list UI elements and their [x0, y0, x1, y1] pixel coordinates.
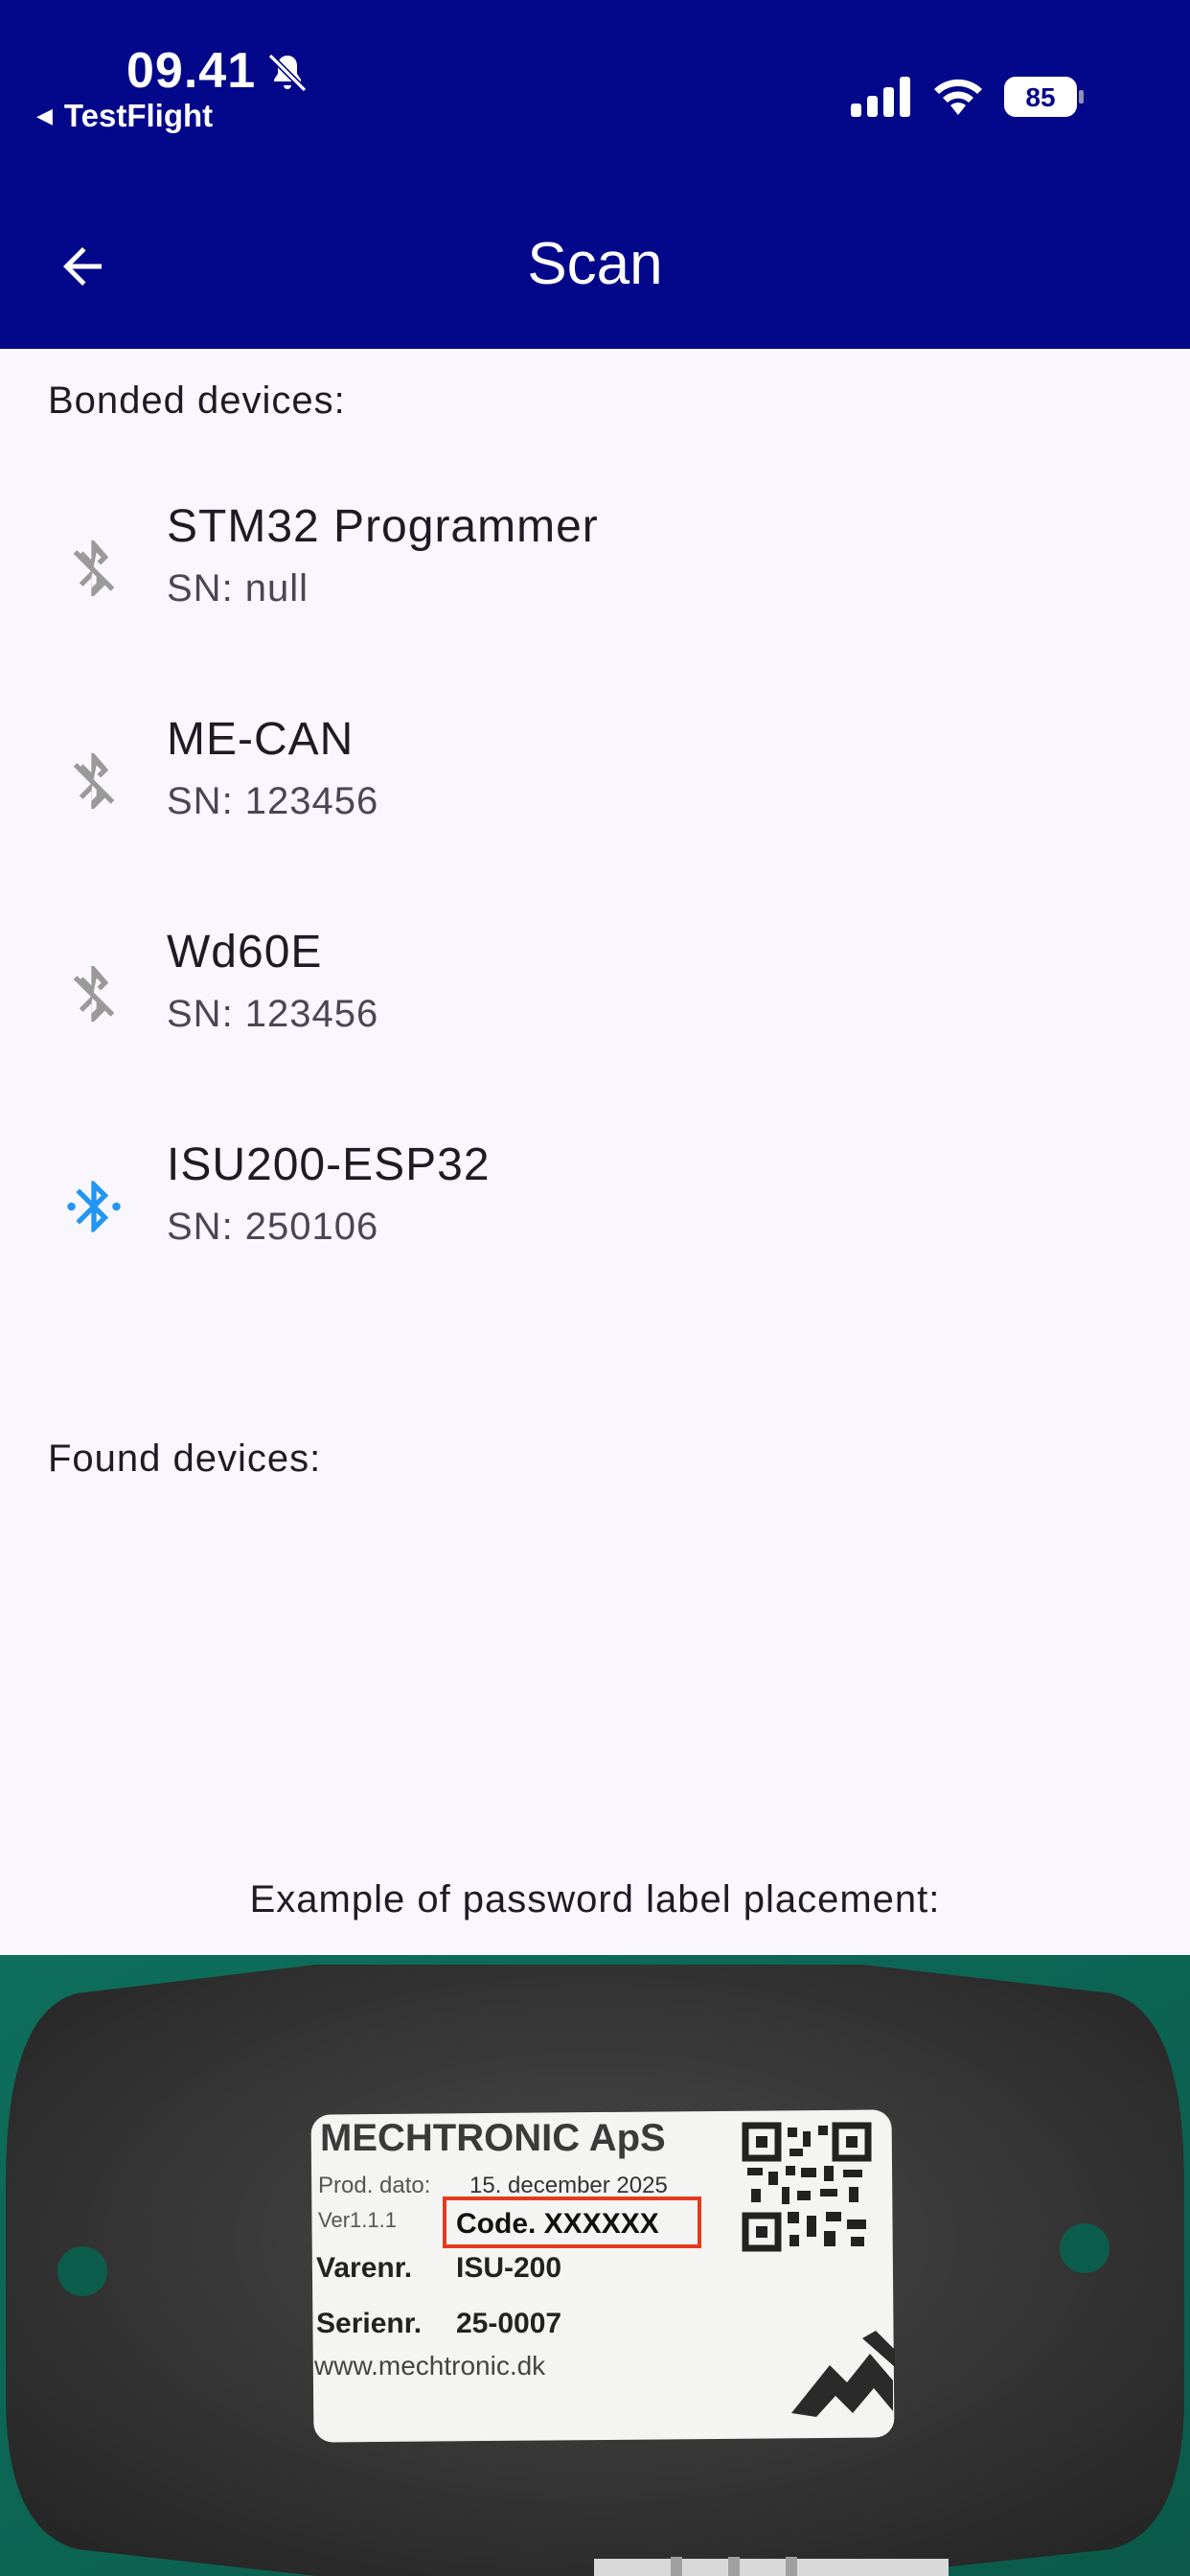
- label-prod-date: 15. december 2025: [469, 2173, 668, 2198]
- label-version: Ver1.1.1: [318, 2208, 397, 2232]
- device-name: ME-CAN: [167, 714, 355, 765]
- label-serienr-label: Serienr.: [316, 2308, 422, 2339]
- battery-icon: 85: [1004, 77, 1084, 117]
- device-serial: SN: 123456: [167, 993, 379, 1035]
- example-caption: Example of password label placement:: [249, 1878, 941, 1920]
- label-varenr: ISU-200: [456, 2252, 561, 2284]
- bluetooth-disabled-icon: [73, 752, 115, 810]
- page-title: Scan: [527, 231, 663, 297]
- bonded-device-item[interactable]: ISU200-ESP32 SN: 250106: [0, 1106, 1190, 1298]
- qr-code: [742, 2122, 872, 2252]
- label-company: MECHTRONIC ApS: [320, 2117, 666, 2159]
- wifi-icon: [934, 79, 982, 115]
- bonded-device-item[interactable]: Wd60E SN: 123456: [0, 893, 1190, 1085]
- example-device-photo: MECHTRONIC ApS Prod. dato: 15. december …: [0, 1955, 1190, 2576]
- status-time: 09.41: [126, 43, 257, 99]
- device-serial: SN: 250106: [167, 1206, 379, 1248]
- label-code: Code. XXXXXX: [456, 2208, 659, 2240]
- bonded-devices-label: Bonded devices:: [48, 380, 346, 422]
- bell-off-icon: [267, 53, 308, 93]
- found-devices-label: Found devices:: [48, 1438, 322, 1480]
- device-serial: SN: null: [167, 567, 309, 610]
- bluetooth-connected-icon: [67, 1181, 121, 1232]
- device-name: STM32 Programmer: [167, 501, 599, 552]
- device-serial: SN: 123456: [167, 780, 379, 822]
- label-serienr: 25-0007: [456, 2308, 561, 2339]
- device-name: ISU200-ESP32: [167, 1139, 491, 1190]
- label-prod-date-label: Prod. dato:: [318, 2173, 430, 2198]
- device-name: Wd60E: [167, 927, 323, 978]
- app-header: 09.41 ◀ TestFlight 85 Scan: [0, 0, 1190, 349]
- back-app-label: TestFlight: [63, 98, 214, 133]
- bonded-device-item[interactable]: STM32 Programmer SN: null: [0, 468, 1190, 659]
- cellular-signal-icon: [851, 77, 910, 117]
- battery-level: 85: [1025, 82, 1055, 112]
- bluetooth-disabled-icon: [73, 965, 115, 1023]
- back-triangle-icon: ◀: [36, 104, 53, 127]
- bonded-device-item[interactable]: ME-CAN SN: 123456: [0, 680, 1190, 872]
- label-website: www.mechtronic.dk: [313, 2351, 546, 2380]
- bluetooth-disabled-icon: [73, 540, 115, 597]
- label-varenr-label: Varenr.: [316, 2252, 412, 2284]
- back-to-testflight-link[interactable]: ◀ TestFlight: [36, 98, 213, 134]
